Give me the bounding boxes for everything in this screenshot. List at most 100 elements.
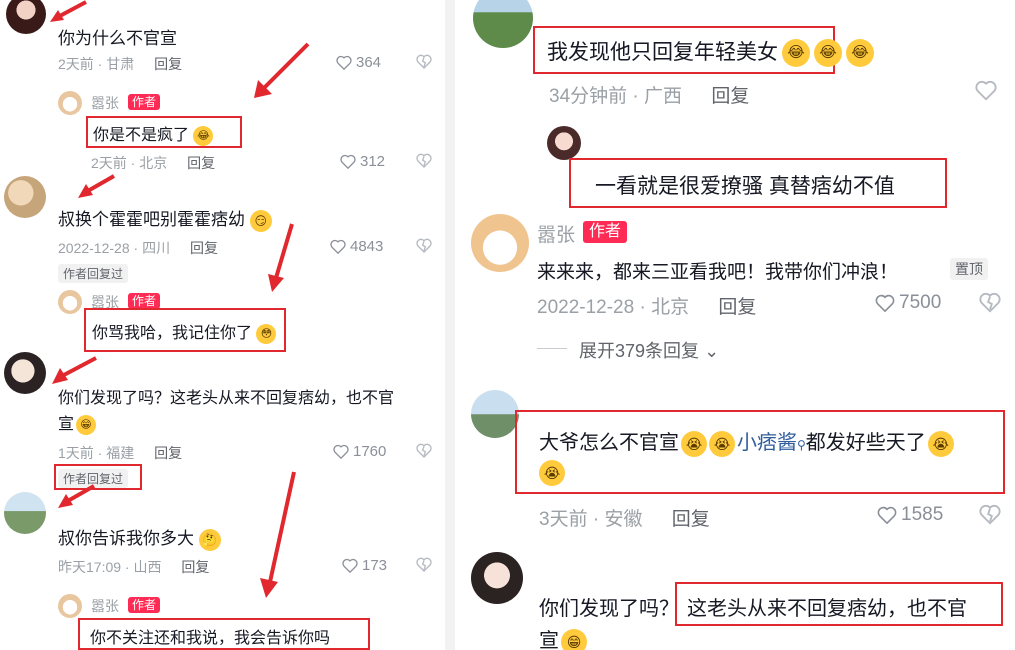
red-arrow-annotation: [58, 484, 95, 508]
laugh-cry-emoji-icon: 😂: [782, 39, 810, 68]
reply-button[interactable]: 回复: [672, 509, 710, 530]
like-button[interactable]: 364: [336, 54, 381, 71]
dislike-icon[interactable]: [416, 443, 432, 459]
red-arrow-annotation: [254, 42, 310, 98]
dislike-icon[interactable]: [979, 504, 1001, 526]
heart-icon: [340, 154, 356, 169]
reply-text: 你是不是疯了 😂: [93, 121, 214, 146]
author-tag: 作者: [128, 597, 161, 613]
commenter-avatar[interactable]: [6, 0, 46, 34]
author-name[interactable]: 嚣张: [537, 220, 575, 247]
comment-text: 你们发现了吗？ 这老头从来不回复痞幼，也不官: [539, 598, 967, 620]
author-name[interactable]: 嚣张: [91, 596, 119, 616]
red-arrow-annotation: [50, 0, 87, 22]
reply-text: 你不关注还和我说，我会告诉你吗: [90, 630, 331, 647]
comment-meta: 2022-12-28 · 四川 回复: [58, 240, 218, 256]
panel-divider: [445, 0, 455, 650]
comment-meta: 3天前 · 安徽 回复: [539, 509, 710, 530]
dislike-icon[interactable]: [416, 54, 432, 70]
commenter-avatar[interactable]: [4, 176, 46, 218]
comment-text: 你为什么不官宣: [58, 29, 177, 48]
commenter-avatar[interactable]: [4, 352, 46, 394]
comment-text: 叔你告诉我你多大 🤔: [58, 524, 221, 551]
left-comment-panel: 你为什么不官宣 2天前 · 甘肃 回复 364 嚣张 作者 你是不是疯了 😂 2…: [0, 0, 445, 650]
comment-meta: 1天前 · 福建 回复: [58, 445, 183, 461]
commenter-avatar[interactable]: [473, 0, 533, 48]
like-button[interactable]: 4843: [330, 238, 383, 255]
like-count: 364: [356, 54, 382, 71]
like-count: 1760: [353, 443, 387, 460]
author-avatar[interactable]: [58, 91, 82, 115]
comment-meta: 昨天17:09 · 山西 回复: [58, 559, 210, 575]
like-count: 1585: [901, 504, 944, 525]
comment-text-line-2: 😭: [539, 460, 565, 486]
like-count: 7500: [899, 292, 942, 313]
heart-icon: [877, 506, 897, 524]
heart-icon: [342, 558, 358, 573]
heart-icon: [330, 239, 346, 254]
comment-text: 叔换个霍霍吧别霍霍痞幼 😏: [58, 205, 272, 232]
like-button[interactable]: 7500: [875, 292, 941, 314]
dislike-icon[interactable]: [416, 238, 432, 254]
reply-text: 你骂我哈，我记住你了 😳: [92, 319, 277, 344]
chevron-down-icon: ⌄: [704, 341, 720, 361]
laugh-cry-emoji-icon: 😂: [814, 39, 842, 68]
red-arrow-annotation: [268, 223, 294, 292]
comment-meta: 34分钟前 · 广西 回复: [549, 86, 750, 107]
grin-emoji-icon: 😁: [76, 414, 97, 435]
author-tag: 作者: [128, 94, 161, 110]
like-count: 173: [362, 557, 388, 574]
reply-button[interactable]: 回复: [187, 155, 215, 171]
like-button[interactable]: 173: [342, 557, 387, 574]
crying-emoji-icon: 😭: [539, 460, 565, 486]
like-count: 4843: [350, 238, 384, 255]
laugh-cry-emoji-icon: 😂: [846, 39, 874, 68]
reply-button[interactable]: 回复: [711, 86, 749, 107]
comment-text-line-2: 宣 😁: [58, 410, 97, 435]
commenter-avatar[interactable]: [547, 126, 581, 160]
red-arrow-annotation: [260, 471, 296, 598]
search-icon: ⚲: [797, 438, 806, 452]
mention-link[interactable]: 小痞酱: [737, 432, 797, 454]
author-tag: 作者: [583, 221, 628, 243]
comment-meta: 2天前 · 甘肃 回复: [58, 56, 183, 72]
reply-button[interactable]: 回复: [154, 56, 182, 72]
comment-meta: 2022-12-28 · 北京 回复: [537, 297, 757, 318]
dislike-icon[interactable]: [416, 153, 432, 169]
dislike-icon[interactable]: [979, 292, 1001, 314]
heart-icon: [333, 444, 349, 459]
comment-text: 一看就是很爱撩骚 真替痞幼不值: [595, 175, 895, 198]
comment-text: 大爷怎么不官宣 😭 😭 小痞酱⚲都发好些天了 😭: [539, 426, 954, 457]
commenter-avatar[interactable]: [471, 390, 519, 438]
author-avatar[interactable]: [58, 290, 82, 314]
grin-emoji-icon: 😁: [561, 628, 587, 650]
commenter-avatar[interactable]: [471, 552, 523, 604]
heart-icon: [875, 294, 895, 312]
reply-button[interactable]: 回复: [154, 445, 182, 461]
commenter-avatar[interactable]: [4, 492, 46, 534]
reply-button[interactable]: 回复: [718, 297, 756, 318]
like-button[interactable]: 1585: [877, 504, 943, 526]
pinned-badge: 置顶: [950, 258, 988, 280]
author-replied-badge: 作者回复过: [58, 264, 129, 283]
author-avatar[interactable]: [471, 214, 529, 272]
emoji-icon: 😳: [256, 323, 277, 344]
emoji-icon: 🤔: [198, 528, 221, 551]
expand-replies-button[interactable]: 展开379条回复 ⌄: [579, 337, 719, 363]
laugh-cry-emoji-icon: 😂: [193, 125, 214, 146]
author-tag: 作者: [128, 293, 161, 309]
comment-text: 我发现他只回复年轻美女 😂 😂 😂: [547, 36, 874, 68]
comment-text-line-2: 宣 😁: [539, 624, 587, 650]
red-arrow-annotation: [52, 356, 97, 384]
reply-button[interactable]: 回复: [181, 559, 209, 575]
like-button[interactable]: 1760: [333, 443, 386, 460]
reply-meta: 2天前 · 北京 回复: [91, 155, 216, 171]
comment-text-line-1: 你们发现了吗？这老头从来不回复痞幼，也不官: [58, 390, 395, 407]
author-avatar[interactable]: [58, 594, 82, 618]
crying-emoji-icon: 😭: [681, 430, 707, 457]
author-name[interactable]: 嚣张: [91, 93, 119, 113]
like-button[interactable]: 312: [340, 153, 385, 170]
heart-icon[interactable]: [975, 80, 997, 102]
dislike-icon[interactable]: [416, 557, 432, 573]
reply-button[interactable]: 回复: [190, 240, 218, 256]
